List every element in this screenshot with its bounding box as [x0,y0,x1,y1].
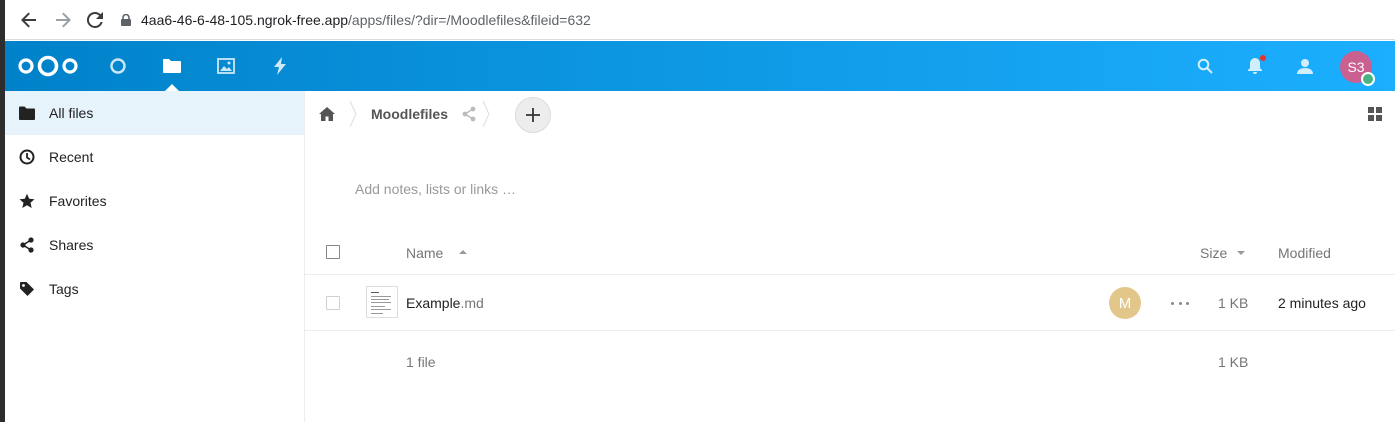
grid-view-toggle-icon[interactable] [1367,106,1383,122]
sidebar-item-label: Favorites [49,193,107,209]
home-icon[interactable] [305,91,349,137]
user-avatar[interactable]: S3 [1340,51,1375,86]
tag-icon [19,281,35,297]
sidebar-item-label: Shares [49,237,94,253]
browser-toolbar: 4aa6-46-6-48-105.ngrok-free.app/apps/fil… [5,0,1395,40]
rich-workspace-placeholder[interactable]: Add notes, lists or links … [355,181,516,197]
table-row[interactable]: Example.md M 1 KB 2 minutes ago [305,276,1395,331]
files-table-header: Name Size Modified [305,229,1395,275]
new-button[interactable] [515,97,551,133]
file-modified: 2 minutes ago [1278,295,1366,311]
sort-ascending-icon [459,250,467,254]
photos-icon[interactable] [214,54,238,78]
search-icon[interactable] [1193,54,1217,78]
breadcrumb-separator-icon [482,100,490,128]
select-all-checkbox[interactable] [326,245,340,259]
total-size: 1 KB [1218,354,1249,370]
clock-icon [19,149,35,165]
forward-arrow-icon[interactable] [51,8,75,32]
star-icon [19,193,35,209]
notification-badge [1260,55,1266,61]
sharer-initial: M [1118,294,1132,312]
active-app-indicator [165,84,179,91]
sidebar-item-tags[interactable]: Tags [5,267,304,311]
sidebar-item-favorites[interactable]: Favorites [5,179,304,223]
column-header-modified[interactable]: Modified [1278,245,1331,261]
url-path: /apps/files/?dir=/Moodlefiles&fileid=632 [348,12,591,28]
sidebar-item-label: Tags [49,281,79,297]
column-header-size[interactable]: Size [1200,245,1227,261]
notifications-bell-icon[interactable] [1243,54,1267,78]
nextcloud-logo-icon[interactable] [17,55,79,77]
breadcrumb-separator-icon [349,100,357,128]
avatar-initials: S3 [1347,59,1365,75]
url-host: 4aa6-46-6-48-105.ngrok-free.app [141,12,349,28]
files-summary: 1 file 1 KB [305,332,1395,392]
file-size: 1 KB [1218,295,1249,311]
markdown-file-thumbnail-icon[interactable] [366,286,398,318]
shared-by-avatar[interactable]: M [1109,287,1141,319]
file-count: 1 file [406,354,436,370]
online-status-icon [1361,72,1375,86]
file-extension: .md [460,295,484,311]
dashboard-icon[interactable] [106,54,130,78]
files-icon[interactable] [160,54,184,78]
activity-icon[interactable] [268,54,292,78]
more-actions-icon[interactable] [1171,293,1189,313]
files-content: Moodlefiles Add notes, lists or links … … [305,91,1395,422]
sort-descending-icon [1237,251,1245,255]
app-navigation: All files Recent Favorites Shares Tags [5,91,305,422]
breadcrumb-folder[interactable]: Moodlefiles [371,106,448,122]
lock-icon [121,14,131,26]
reload-icon[interactable] [83,8,107,32]
sidebar-item-all-files[interactable]: All files [5,91,304,135]
sidebar-item-label: Recent [49,149,94,165]
browser-window: 4aa6-46-6-48-105.ngrok-free.app/apps/fil… [5,0,1395,422]
plus-icon [526,108,540,122]
contacts-icon[interactable] [1293,54,1317,78]
sidebar-item-shares[interactable]: Shares [5,223,304,267]
sidebar-item-recent[interactable]: Recent [5,135,304,179]
folder-icon [19,105,35,121]
file-basename: Example [406,295,461,311]
share-icon [19,237,35,253]
app-header: S3 [5,41,1395,91]
back-arrow-icon[interactable] [17,8,41,32]
share-folder-icon[interactable] [462,106,476,122]
file-name[interactable]: Example.md [406,295,484,311]
column-header-name[interactable]: Name [406,245,443,261]
sidebar-item-label: All files [49,105,94,121]
breadcrumb: Moodlefiles [305,91,490,137]
row-checkbox[interactable] [326,296,340,310]
address-bar[interactable]: 4aa6-46-6-48-105.ngrok-free.app/apps/fil… [121,10,591,30]
